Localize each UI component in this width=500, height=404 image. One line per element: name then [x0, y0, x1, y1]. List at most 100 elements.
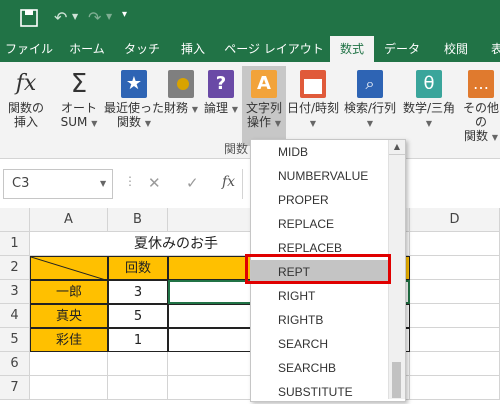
insert-function-button[interactable]: fx 関数の 挿入	[4, 70, 48, 129]
insert-function-icon[interactable]: fx	[222, 174, 235, 190]
cell-d4[interactable]	[410, 304, 500, 328]
chevron-down-icon: ▼	[366, 119, 374, 128]
chevron-down-icon: ▼	[425, 119, 433, 128]
logic-icon: ?	[208, 70, 234, 98]
calendar-icon	[300, 70, 326, 98]
cell-b4[interactable]: 5	[108, 304, 168, 328]
column-header-d[interactable]: D	[410, 208, 500, 232]
date-time-button[interactable]: 日付/時刻 ▼	[286, 70, 340, 131]
cancel-icon[interactable]: ✕	[148, 174, 161, 192]
function-item-numbervalue[interactable]: NUMBERVALUE	[251, 164, 388, 188]
text-functions-button[interactable]: A 文字列 操作 ▼	[242, 66, 286, 146]
function-item-midb[interactable]: MIDB	[251, 140, 388, 164]
lookup-icon: ⌕	[357, 70, 383, 98]
function-item-rightb[interactable]: RIGHTB	[251, 308, 388, 332]
cell-a4[interactable]: 真央	[30, 304, 108, 328]
customize-qat-icon[interactable]: ▾	[122, 9, 127, 20]
cell-d6[interactable]	[410, 352, 500, 376]
autosum-button[interactable]: Σ オート SUM ▼	[56, 70, 102, 131]
redo-dropdown-icon[interactable]: ▼	[106, 12, 112, 21]
chevron-down-icon: ▼	[91, 119, 98, 128]
logical-button[interactable]: ? 論理 ▼	[202, 70, 240, 117]
autosum-label-2: SUM	[60, 115, 88, 129]
select-all-corner[interactable]	[0, 208, 30, 232]
theta-icon: θ	[416, 70, 442, 98]
function-item-proper[interactable]: PROPER	[251, 188, 388, 212]
recently-used-label-2: 関数	[117, 115, 142, 129]
more-functions-label: その他の	[462, 101, 499, 129]
recently-used-button[interactable]: ★ 最近使った 関数 ▼	[104, 70, 164, 131]
sheet-title: 夏休みのお手	[134, 236, 218, 252]
cell-d7[interactable]	[410, 376, 500, 400]
name-box[interactable]: C3	[3, 169, 113, 199]
financial-label: 財務	[164, 101, 189, 115]
function-item-replace[interactable]: REPLACE	[251, 212, 388, 236]
row-header-6[interactable]: 6	[0, 352, 30, 376]
cell-a6[interactable]	[30, 352, 108, 376]
function-icon: fx	[15, 71, 37, 96]
lookup-reference-label: 検索/行列	[343, 101, 397, 115]
scroll-thumb[interactable]	[392, 362, 401, 398]
cell-d1[interactable]	[410, 232, 500, 256]
chevron-down-icon: ▼	[231, 105, 238, 114]
row-header-1[interactable]: 1	[0, 232, 30, 256]
cell-a2[interactable]	[30, 256, 109, 281]
cell-d5[interactable]	[410, 328, 500, 352]
cell-d2[interactable]	[410, 256, 500, 280]
star-book-icon: ★	[121, 70, 147, 98]
row-header-2[interactable]: 2	[0, 256, 30, 280]
enter-icon[interactable]: ✓	[186, 174, 199, 192]
math-trig-button[interactable]: θ 数学/三角 ▼	[400, 70, 458, 131]
row-header-5[interactable]: 5	[0, 328, 30, 352]
row-header-3[interactable]: 3	[0, 280, 30, 304]
tab-insert[interactable]: 挿入	[168, 36, 218, 62]
row-header-7[interactable]: 7	[0, 376, 30, 400]
diagonal-line	[31, 257, 109, 281]
cell-b3[interactable]: 3	[108, 280, 168, 304]
cell-a5[interactable]: 彩佳	[30, 328, 108, 352]
cell-a3[interactable]: 一郎	[30, 280, 108, 304]
tab-file[interactable]: ファイル	[0, 36, 58, 62]
undo-icon[interactable]: ↶	[54, 8, 67, 27]
more-functions-button[interactable]: … その他の 関数 ▼	[458, 70, 500, 145]
tab-review[interactable]: 校閲	[430, 36, 482, 62]
cell-d3[interactable]	[410, 280, 500, 304]
cell-b5[interactable]: 1	[108, 328, 168, 352]
function-item-substitute[interactable]: SUBSTITUTE	[251, 380, 388, 404]
text-functions-label-2: 操作	[247, 115, 272, 129]
name-box-dropdown-icon[interactable]: ▼	[100, 179, 106, 188]
cell-a7[interactable]	[30, 376, 108, 400]
group-label: 関数	[224, 142, 249, 156]
chevron-down-icon: ▼	[274, 119, 281, 128]
cell-b6[interactable]	[108, 352, 168, 376]
row-header-4[interactable]: 4	[0, 304, 30, 328]
undo-dropdown-icon[interactable]: ▼	[72, 12, 78, 21]
column-header-a[interactable]: A	[30, 208, 108, 232]
tab-page-layout[interactable]: ページ レイアウト	[218, 36, 330, 62]
autosum-label: オート	[60, 101, 97, 115]
math-trig-label: 数学/三角	[402, 101, 456, 115]
lookup-reference-button[interactable]: ⌕ 検索/行列 ▼	[342, 70, 398, 131]
function-item-right[interactable]: RIGHT	[251, 284, 388, 308]
chevron-down-icon: ▼	[191, 105, 198, 114]
function-item-search[interactable]: SEARCH	[251, 332, 388, 356]
function-item-searchb[interactable]: SEARCHB	[251, 356, 388, 380]
chevron-down-icon: ▼	[309, 119, 317, 128]
column-header-b[interactable]: B	[108, 208, 168, 232]
save-icon[interactable]	[20, 9, 38, 27]
tab-home[interactable]: ホーム	[58, 36, 116, 62]
formula-bar-grip-icon: ⋮	[124, 174, 136, 188]
tab-formulas[interactable]: 数式	[330, 36, 374, 62]
financial-button[interactable]: 財務 ▼	[164, 70, 198, 117]
redo-icon[interactable]: ↷	[88, 8, 101, 27]
text-functions-label: 文字列	[245, 101, 282, 115]
more-icon: …	[468, 70, 494, 98]
cell-b7[interactable]	[108, 376, 168, 400]
more-functions-label-2: 関数	[464, 129, 489, 143]
recently-used-label: 最近使った	[104, 101, 165, 115]
scroll-up-icon[interactable]: ▲	[389, 140, 405, 155]
tab-view[interactable]: 表	[482, 36, 500, 62]
tab-data[interactable]: データ	[374, 36, 430, 62]
tab-touch[interactable]: タッチ	[116, 36, 168, 62]
cell-b2[interactable]: 回数	[108, 256, 168, 280]
